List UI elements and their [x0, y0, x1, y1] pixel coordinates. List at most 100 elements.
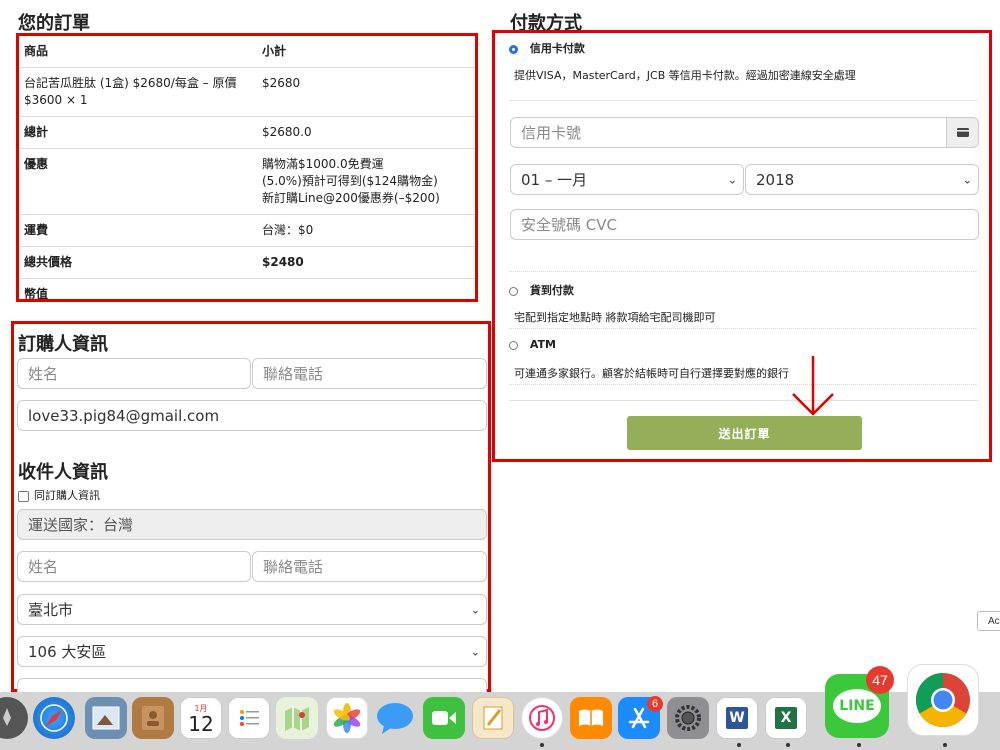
running-indicator: [857, 743, 861, 747]
system-preferences-icon[interactable]: [667, 697, 709, 739]
item-subtotal: $2680: [258, 67, 475, 117]
excel-icon[interactable]: X: [765, 697, 807, 739]
cvc-input[interactable]: 安全號碼 CVC: [510, 209, 979, 240]
expiry-month-value: 01 – 一月: [521, 171, 588, 189]
line-label: LINE: [833, 689, 881, 723]
excel-letter: X: [775, 707, 797, 729]
atm-radio[interactable]: [509, 340, 518, 350]
discount-line3: 新訂購Line@200優惠券(–$200): [262, 191, 440, 205]
address-input-partial[interactable]: [17, 678, 487, 692]
buyer-phone-input[interactable]: 聯絡電話: [252, 358, 487, 389]
table-row: 運費 台灣：$0: [20, 214, 475, 247]
table-row: 總計 $2680.0: [20, 116, 475, 149]
same-as-buyer-label: 同訂購人資訊: [34, 489, 100, 502]
same-as-buyer-option[interactable]: 同訂購人資訊: [18, 487, 100, 503]
credit-card-radio[interactable]: [509, 44, 518, 54]
total-label: 總計: [20, 116, 258, 149]
cod-radio[interactable]: [509, 286, 518, 296]
chevron-down-icon: ⌄: [962, 173, 972, 186]
card-number-input[interactable]: 信用卡號: [510, 117, 947, 148]
currency-label: 幣值: [20, 278, 258, 310]
divider: [509, 328, 978, 329]
running-indicator: [540, 743, 544, 747]
atm-label: ATM: [529, 338, 556, 351]
discount-line1: 購物滿$1000.0免費運: [262, 157, 384, 171]
buyer-email-input[interactable]: love33.pig84@gmail.com: [17, 400, 487, 431]
books-icon[interactable]: [570, 697, 612, 739]
calendar-icon[interactable]: 1月 12: [180, 697, 222, 739]
table-row: 台記苦瓜胜肽 (1盒) $2680/每盒 – 原價 $3600 × 1 $2680: [20, 67, 475, 117]
running-indicator: [786, 743, 790, 747]
table-row: 優惠 購物滿$1000.0免費運 (5.0%)預計可得到($124購物金) 新訂購L…: [20, 148, 475, 215]
item-name-line1: 台記苦瓜胜肽 (1盒) $2680/每盒 – 原價: [24, 76, 237, 90]
city-select[interactable]: 臺北市 ⌄: [17, 594, 487, 625]
divider: [509, 384, 978, 385]
total-value: $2680.0: [258, 116, 475, 149]
recipient-phone-input[interactable]: 聯絡電話: [252, 551, 487, 582]
facetime-icon[interactable]: [423, 697, 465, 739]
recipient-name-input[interactable]: 姓名: [17, 551, 251, 582]
expiry-year-value: 2018: [756, 170, 795, 189]
credit-card-label: 信用卡付款: [529, 42, 585, 55]
credit-card-icon: [956, 128, 969, 137]
word-icon[interactable]: W: [716, 697, 758, 739]
app-store-badge: 6: [647, 696, 663, 712]
recipient-title: 收件人資訊: [18, 462, 108, 483]
card-icon-addon: [946, 117, 979, 148]
credit-card-description: 提供VISA，MasterCard，JCB 等信用卡付款。經過加密連線安全處理: [514, 69, 856, 82]
table-row: 商品 小計: [20, 36, 475, 68]
discount-label: 優惠: [20, 148, 258, 215]
reminders-icon[interactable]: [228, 697, 270, 739]
cod-option[interactable]: 貨到付款: [509, 282, 574, 298]
district-select-value: 106 大安區: [28, 643, 107, 661]
grand-total-value: $2480: [258, 246, 475, 279]
discount-value: 購物滿$1000.0免費運 (5.0%)預計可得到($124購物金) 新訂購Line…: [258, 148, 475, 215]
city-select-value: 臺北市: [28, 601, 74, 619]
product-header: 商品: [24, 44, 49, 58]
submit-order-button[interactable]: 送出訂單: [627, 416, 862, 450]
messages-icon[interactable]: [374, 697, 416, 739]
table-row: 總共價格 $2480: [20, 246, 475, 279]
atm-option[interactable]: ATM: [509, 338, 556, 351]
buyer-name-input[interactable]: 姓名: [17, 358, 251, 389]
divider: [509, 271, 978, 272]
credit-card-option[interactable]: 信用卡付款: [509, 40, 585, 56]
chevron-down-icon: ⌄: [727, 173, 737, 186]
line-badge: 47: [866, 666, 894, 694]
chrome-icon[interactable]: [907, 664, 979, 736]
same-as-buyer-checkbox[interactable]: [18, 490, 29, 502]
grand-total-label: 總共價格: [20, 246, 258, 279]
currency-value: [258, 278, 475, 310]
shipping-country-field: 運送國家：台灣: [17, 509, 487, 540]
cod-label: 貨到付款: [529, 284, 574, 297]
preview-icon[interactable]: [85, 697, 127, 739]
buyer-title: 訂購人資訊: [18, 334, 108, 355]
running-indicator: [943, 743, 947, 747]
chevron-down-icon: ⌄: [470, 603, 480, 616]
atm-description: 可連通多家銀行。顧客於結帳時可自行選擇要對應的銀行: [514, 367, 789, 380]
contacts-icon[interactable]: [132, 697, 174, 739]
chevron-down-icon: ⌄: [470, 645, 480, 658]
cod-description: 宅配到指定地點時 將款項給宅配司機即可: [514, 311, 716, 324]
safari-icon[interactable]: [33, 697, 75, 739]
calendar-day: 12: [188, 711, 214, 736]
subtotal-header: 小計: [262, 44, 287, 58]
running-indicator: [737, 743, 741, 747]
expiry-month-select[interactable]: 01 – 一月 ⌄: [510, 164, 744, 195]
maps-icon[interactable]: [276, 697, 318, 739]
divider: [509, 400, 978, 401]
expiry-year-select[interactable]: 2018 ⌄: [745, 164, 979, 195]
item-name: 台記苦瓜胜肽 (1盒) $2680/每盒 – 原價 $3600 × 1: [20, 67, 258, 117]
edge-tab[interactable]: Ac: [977, 611, 1000, 631]
pages-icon[interactable]: [472, 697, 514, 739]
photos-icon[interactable]: [326, 697, 368, 739]
item-name-line2: $3600 × 1: [24, 93, 88, 107]
divider: [509, 100, 978, 101]
red-arrow-down-icon: [792, 356, 834, 416]
shipping-label: 運費: [20, 214, 258, 247]
shipping-value: 台灣：$0: [258, 214, 475, 247]
payment-highlight-box: [492, 30, 992, 462]
order-title: 您的訂單: [18, 13, 90, 34]
music-icon[interactable]: [521, 697, 563, 739]
district-select[interactable]: 106 大安區 ⌄: [17, 636, 487, 667]
